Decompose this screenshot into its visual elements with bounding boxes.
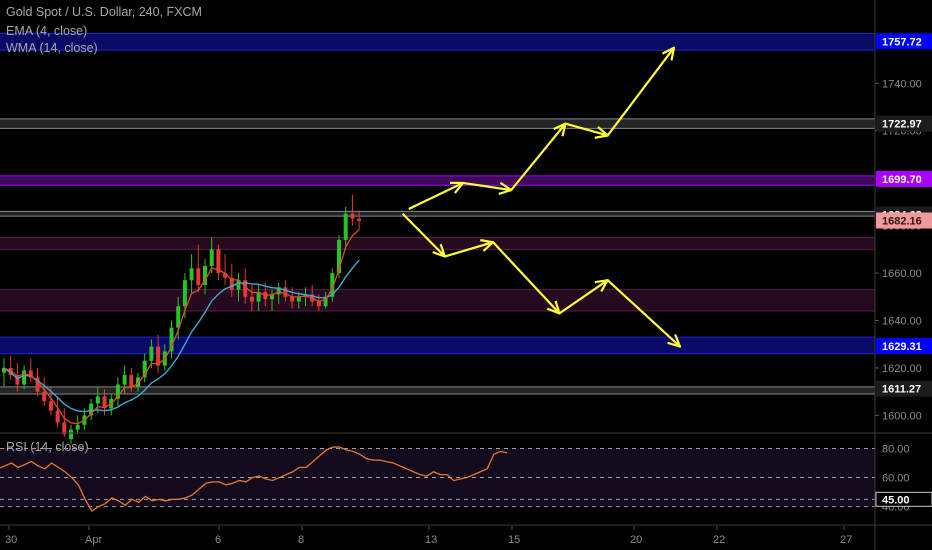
time-label-7: 22 [713,534,725,546]
time-label-3: 8 [298,534,304,546]
candle-3 [22,370,27,385]
price-tick-label-6: 1620.00 [882,363,922,375]
candle-6 [42,391,47,402]
ema-legend: EMA (4, close) [6,24,88,38]
candle-19 [129,375,134,387]
candle-37 [249,296,254,302]
time-label-2: 6 [215,534,221,546]
price-tick-label-7: 1600.00 [882,410,922,422]
time-label-8: 27 [840,534,852,546]
candle-31 [209,249,214,266]
candle-53 [357,218,362,221]
rsi-highlight-label: 45.00 [882,494,910,506]
candle-42 [283,287,288,297]
zone-6 [0,337,875,354]
price-tick-label-5: 1640.00 [882,316,922,328]
candle-29 [196,268,201,285]
price-tick-label-4: 1660.00 [882,268,922,280]
price-tag-label-5: 1629.31 [882,341,922,353]
candle-27 [182,280,187,307]
candle-10 [69,429,73,440]
chart-canvas[interactable]: 1740.001720.001700.001680.001660.001640.… [0,0,932,550]
candle-51 [343,213,348,240]
price-tag-label-6: 1611.27 [882,384,921,396]
zone-2 [0,175,875,186]
wma-legend: WMA (14, close) [6,41,98,55]
rsi-tick-label-1: 60.00 [882,473,910,485]
price-tag-label-1: 1722.97 [882,119,922,131]
price-tag-label-0: 1757.72 [882,36,922,48]
time-label-5: 15 [508,534,520,546]
candle-11 [75,424,80,430]
time-label-4: 13 [425,534,437,546]
symbol-title: Gold Spot / U.S. Dollar, 240, FXCM [6,5,202,19]
price-tag-label-4: 1682.16 [882,216,922,228]
candle-22 [149,346,154,361]
zone-0 [0,33,875,51]
time-label-1: Apr [85,534,102,546]
rsi-legend: RSI (14, close) [6,440,89,454]
candle-7 [48,401,53,411]
candle-28 [189,268,194,281]
zone-5 [0,289,875,312]
zone-3 [0,211,875,217]
price-tag-label-2: 1699.70 [882,174,922,186]
candle-47 [316,301,321,307]
time-label-6: 20 [630,534,642,546]
zone-1 [0,118,875,129]
rsi-tick-label-0: 80.00 [882,444,910,456]
candle-14 [95,396,100,404]
price-tick-label-0: 1740.00 [882,78,922,90]
candle-18 [122,375,127,385]
candle-52 [350,213,355,219]
candle-8 [55,410,60,423]
time-label-0: 30 [5,534,17,546]
